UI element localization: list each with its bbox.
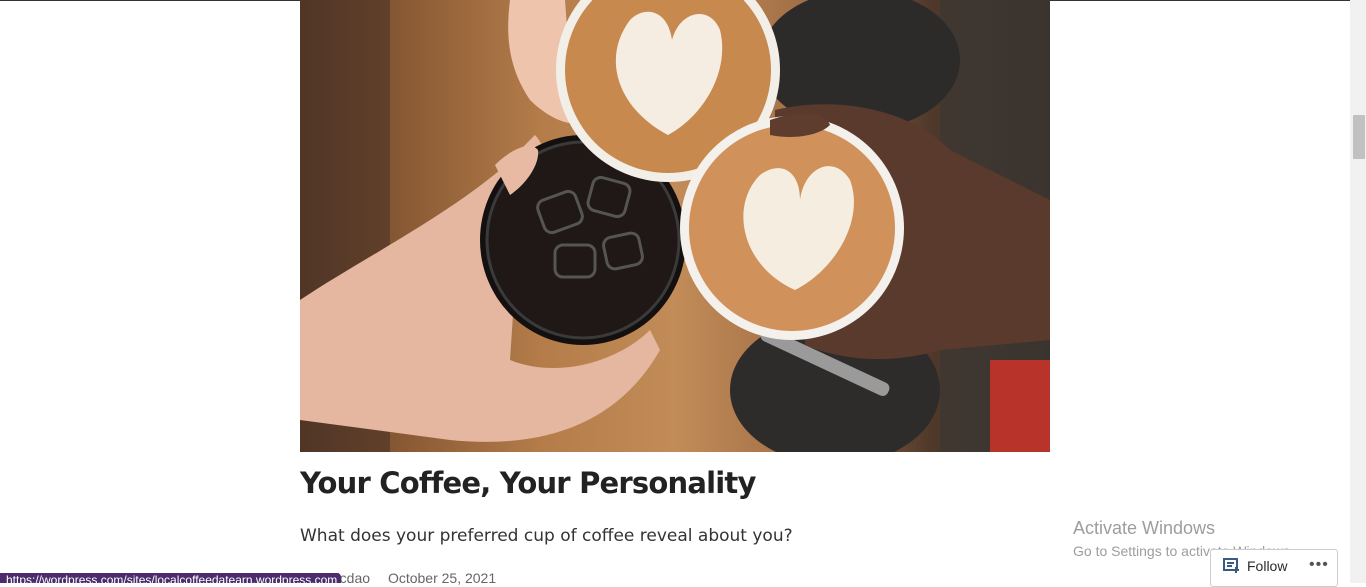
coffee-toast-illustration <box>300 0 1050 452</box>
featured-image-coffee-cups[interactable] <box>300 0 1050 452</box>
scrollbar-thumb[interactable] <box>1353 115 1365 159</box>
post-title-link[interactable]: Your Coffee, Your Personality <box>300 466 756 500</box>
follow-label: Follow <box>1247 558 1288 574</box>
post-date-link[interactable]: October 25, 2021 <box>388 570 496 586</box>
more-options-button[interactable]: ••• <box>1309 556 1329 574</box>
post-excerpt: What does your preferred cup of coffee r… <box>300 526 793 546</box>
follow-bar: Follow ••• <box>1210 549 1338 587</box>
reader-follow-icon <box>1223 558 1239 573</box>
browser-status-url: https://wordpress.com/sites/localcoffeed… <box>0 573 341 583</box>
follow-button[interactable]: Follow <box>1223 558 1287 574</box>
page-scrollbar[interactable] <box>1350 0 1366 583</box>
activate-windows-title: Activate Windows <box>1073 518 1216 538</box>
